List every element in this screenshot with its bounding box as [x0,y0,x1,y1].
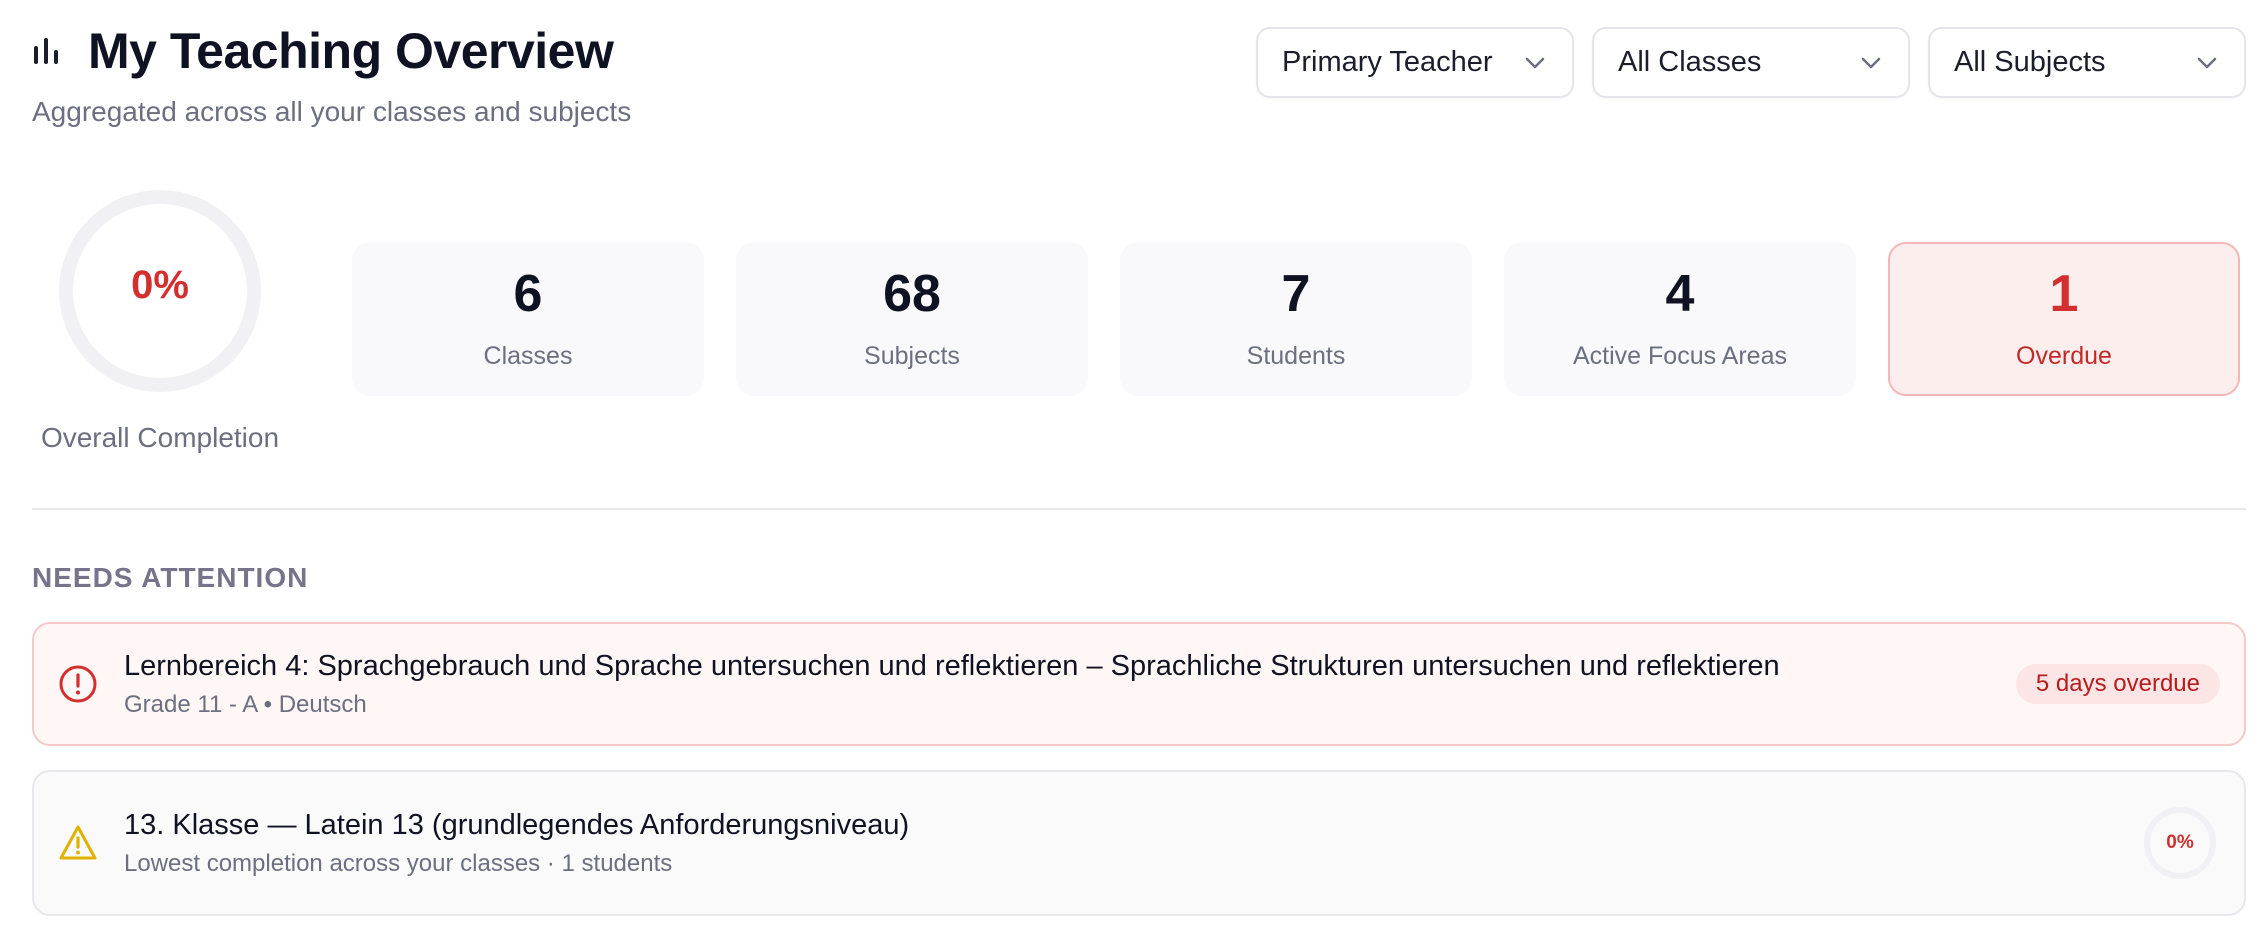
stat-card-students[interactable]: 7 Students [1120,242,1472,396]
alert-circle-icon [58,664,98,704]
chevron-down-icon [1861,57,1881,68]
chevron-down-icon [2197,57,2217,68]
bar-chart-icon [32,35,64,67]
attention-item-body: Lernbereich 4: Sprachgebrauch und Sprach… [124,650,2016,719]
stat-value: 7 [1281,264,1311,323]
stat-label: Students [1246,341,1346,370]
page-subtitle: Aggregated across all your classes and s… [32,96,632,127]
stat-card-focus-areas[interactable]: 4 Active Focus Areas [1504,242,1856,396]
mini-completion-ring: 0% [2142,805,2218,881]
overall-completion: 0% Overall Completion [32,188,288,454]
attention-item-overdue[interactable]: Lernbereich 4: Sprachgebrauch und Sprach… [32,622,2246,746]
mini-completion-percentage: 0% [2166,832,2194,853]
section-divider [32,508,2246,510]
completion-ring: 0% [57,188,263,394]
stat-label: Classes [483,341,573,370]
stat-value: 6 [513,264,543,323]
filter-bar: Primary Teacher All Classes All Subjects [1256,27,2246,98]
attention-item-body: 13. Klasse — Latein 13 (grundlegendes An… [124,809,2142,878]
stat-value: 68 [883,264,941,323]
attention-item-subtitle: Lowest completion across your classes · … [124,849,673,877]
attention-item-title: Lernbereich 4: Sprachgebrauch und Sprach… [124,649,1780,682]
stat-label: Active Focus Areas [1573,341,1787,370]
completion-percentage: 0% [131,262,189,307]
role-select[interactable]: Primary Teacher [1256,27,1574,98]
overdue-badge: 5 days overdue [2015,664,2220,704]
attention-item-subtitle: Grade 11 - A • Deutsch [124,690,367,718]
classes-select-value: All Classes [1618,46,1762,78]
stat-value: 1 [2049,264,2079,323]
subjects-select[interactable]: All Subjects [1928,27,2246,98]
stat-card-subjects[interactable]: 68 Subjects [736,242,1088,396]
page-header: My Teaching Overview Aggregated across a… [32,20,631,128]
stat-label: Overdue [2016,341,2112,370]
stat-label: Subjects [864,341,960,370]
completion-label: Overall Completion [40,422,280,453]
stat-card-classes[interactable]: 6 Classes [352,242,704,396]
chevron-down-icon [1525,57,1545,68]
attention-item-title: 13. Klasse — Latein 13 (grundlegendes An… [124,808,910,841]
needs-attention-heading: NEEDS ATTENTION [32,562,309,593]
role-select-value: Primary Teacher [1282,46,1493,78]
stat-value: 4 [1665,264,1695,323]
attention-item-lowest-completion[interactable]: 13. Klasse — Latein 13 (grundlegendes An… [32,770,2246,916]
page-title: My Teaching Overview [88,23,614,79]
title-row: My Teaching Overview [32,20,631,82]
stat-card-overdue[interactable]: 1 Overdue [1888,242,2240,396]
warning-triangle-icon [58,823,98,863]
stat-cards: 6 Classes 68 Subjects 7 Students 4 Activ… [352,242,2240,396]
classes-select[interactable]: All Classes [1592,27,1910,98]
subjects-select-value: All Subjects [1954,46,2106,78]
